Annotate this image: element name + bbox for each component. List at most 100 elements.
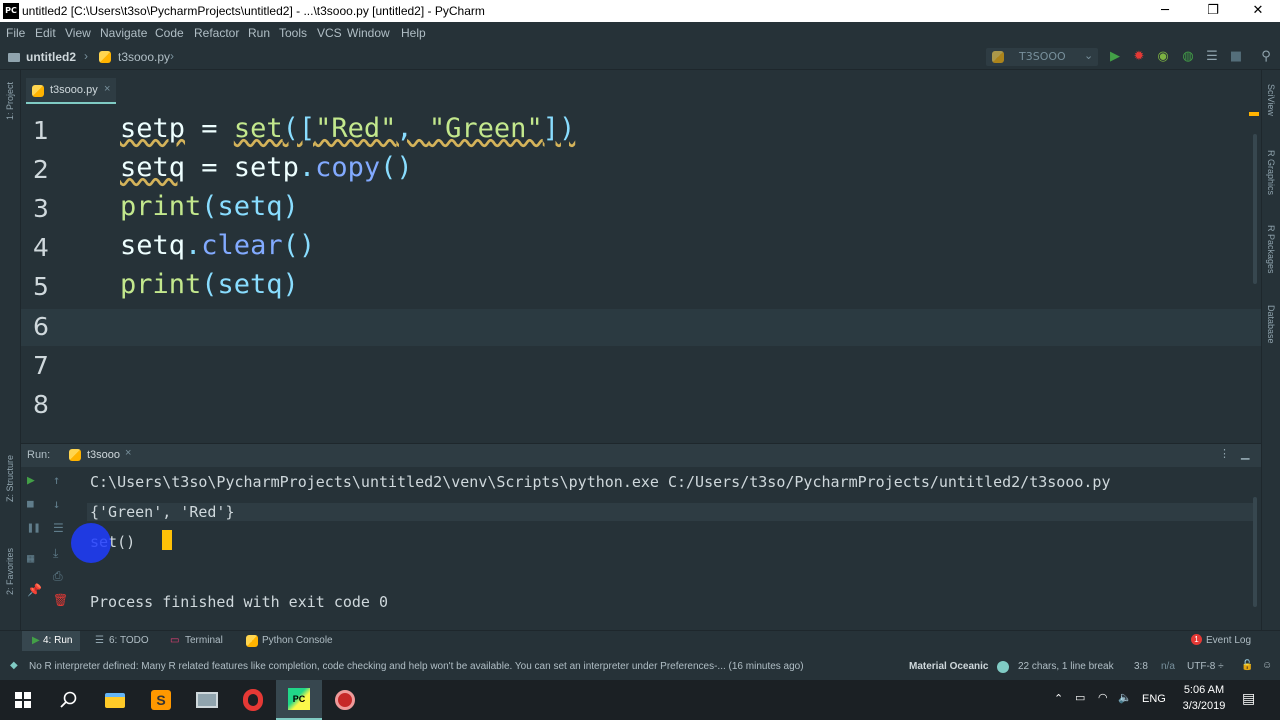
chevron-right-icon: › (170, 49, 174, 63)
restore-button[interactable]: ❐ (1190, 0, 1236, 22)
tab-terminal[interactable]: Terminal (185, 635, 223, 646)
status-message[interactable]: No R interpreter defined: Many R related… (29, 661, 894, 672)
close-run-tab-icon[interactable]: × (125, 447, 131, 459)
code-token: copy (315, 152, 381, 183)
layout-icon[interactable]: ▦ (27, 551, 34, 565)
notifications-icon[interactable]: ▤ (1242, 690, 1255, 707)
rerun-icon[interactable]: ▶ (27, 473, 35, 488)
scroll-down-icon[interactable]: ↓ (53, 497, 60, 511)
selection-info: 22 chars, 1 line break (1018, 661, 1114, 672)
menu-edit[interactable]: Edit (35, 26, 56, 40)
pycharm-logo-icon: PC (3, 3, 19, 19)
inspector-icon[interactable]: ☺ (1262, 660, 1272, 671)
opera-icon[interactable] (230, 680, 276, 720)
menu-view[interactable]: View (65, 26, 91, 40)
python-console-icon (246, 635, 258, 647)
rpackages-tool-button[interactable]: R Packages (1266, 225, 1276, 274)
file-explorer-icon[interactable] (92, 680, 138, 720)
tab-event-log[interactable]: Event Log (1206, 635, 1251, 646)
language-indicator[interactable]: ENG (1142, 693, 1166, 705)
close-button[interactable]: ✕ (1235, 0, 1280, 22)
sublime-icon[interactable]: S (138, 680, 184, 720)
warning-marker[interactable] (1249, 112, 1259, 116)
menu-window[interactable]: Window (347, 26, 390, 40)
clock-time[interactable]: 5:06 AM (1182, 684, 1226, 696)
run-tab-label[interactable]: t3sooo (87, 449, 120, 461)
menu-vcs[interactable]: VCS (317, 26, 342, 40)
profile-icon[interactable]: ◍ (1180, 49, 1196, 65)
run-tool-header: Run: t3sooo × ⋮ ▁ (21, 443, 1261, 467)
tab-python-console[interactable]: Python Console (262, 635, 333, 646)
menu-file[interactable]: File (6, 26, 25, 40)
console-scrollbar[interactable] (1253, 497, 1257, 607)
close-tab-icon[interactable]: × (104, 83, 110, 95)
clear-all-icon[interactable]: 🗑 (53, 593, 68, 607)
lock-icon[interactable]: 🔓 (1241, 660, 1253, 671)
run-icon[interactable]: ▶ (1107, 49, 1123, 65)
editor-scrollbar[interactable] (1253, 134, 1257, 284)
pause-icon[interactable]: ❚❚ (27, 521, 40, 534)
windows-start-icon[interactable] (0, 680, 46, 720)
stop-icon[interactable]: ■ (1228, 49, 1244, 65)
app-window-icon[interactable] (184, 680, 230, 720)
pin-icon[interactable]: 📌 (27, 583, 42, 597)
rgraphics-tool-button[interactable]: R Graphics (1266, 150, 1276, 195)
volume-icon[interactable]: 🔈 (1118, 691, 1132, 704)
line-number: 7 (33, 351, 49, 380)
file-encoding[interactable]: UTF-8 ÷ (1187, 661, 1224, 672)
sciview-tool-button[interactable]: SciView (1266, 84, 1276, 116)
minimize-button[interactable]: ─ (1142, 0, 1188, 22)
project-tool-button[interactable]: 1: Project (5, 82, 15, 120)
hide-panel-icon[interactable]: ▁ (1241, 447, 1249, 460)
search-icon[interactable] (46, 680, 92, 720)
console-line: Process finished with exit code 0 (90, 593, 389, 611)
cursor-position[interactable]: 3:8 (1134, 661, 1148, 672)
breadcrumb-file[interactable]: t3sooo.py (118, 50, 170, 64)
tab-todo[interactable]: 6: TODO (109, 635, 149, 646)
structure-tool-button[interactable]: Z: Structure (5, 455, 15, 502)
stop-run-icon[interactable]: ■ (27, 497, 34, 510)
clock-date[interactable]: 3/3/2019 (1180, 700, 1228, 712)
scroll-up-icon[interactable]: ↑ (53, 473, 60, 487)
battery-icon[interactable]: ▭ (1075, 691, 1085, 704)
menu-code[interactable]: Code (155, 26, 184, 40)
code-token: () (380, 152, 413, 183)
soft-wrap-icon[interactable]: ☰ (53, 521, 64, 535)
run-with-coverage-icon[interactable]: ◉ (1155, 49, 1171, 65)
pycharm-taskbar-icon[interactable]: PC (276, 680, 322, 720)
code-token: (setq) (201, 269, 299, 300)
theme-label[interactable]: Material Oceanic (909, 661, 988, 672)
menu-run[interactable]: Run (248, 26, 270, 40)
recorder-icon[interactable] (322, 680, 368, 720)
right-tool-strip: SciView R Graphics R Packages Database (1261, 70, 1280, 630)
tab-t3sooo[interactable]: t3sooo.py × (26, 78, 116, 104)
line-number: 3 (33, 194, 49, 223)
search-everywhere-icon[interactable]: ⚲ (1258, 49, 1274, 65)
code-editor[interactable]: 1 2 3 4 5 6 7 8 setp = set(["Red", "Gree… (21, 104, 1261, 440)
database-tool-button[interactable]: Database (1266, 305, 1276, 344)
breadcrumb-project[interactable]: untitled2 (26, 50, 76, 64)
run-console[interactable]: ▶ ↑ ■ ↓ ❚❚ ☰ ▦ ⤓ ⎙ 📌 🗑 C:\Users\t3so\Pyc… (21, 467, 1261, 630)
tab-run[interactable]: 4: Run (43, 635, 72, 646)
run-label: Run: (27, 449, 51, 461)
settings-more-icon[interactable]: ⋮ (1219, 447, 1230, 460)
code-line-1: setp = set(["Red", "Green"]) (120, 113, 575, 144)
concurrency-icon[interactable]: ☰ (1204, 49, 1220, 65)
menu-tools[interactable]: Tools (279, 26, 307, 40)
code-token: "Green" (428, 113, 543, 144)
menu-help[interactable]: Help (401, 26, 426, 40)
favorites-tool-button[interactable]: 2: Favorites (5, 548, 15, 595)
click-indicator (71, 523, 111, 563)
run-configuration-select[interactable]: T3SOOO ⌄ (986, 48, 1098, 66)
left-tool-strip: 1: Project Z: Structure 2: Favorites (0, 70, 21, 630)
scroll-to-end-icon[interactable]: ⤓ (53, 546, 58, 561)
line-number: 2 (33, 155, 49, 184)
print-icon[interactable]: ⎙ (53, 569, 63, 584)
tray-chevron-icon[interactable]: ⌃ (1054, 692, 1063, 705)
debug-icon[interactable]: ✹ (1131, 49, 1147, 65)
wifi-icon[interactable]: ◠ (1098, 691, 1108, 704)
line-separator[interactable]: n/a (1161, 661, 1175, 672)
menu-navigate[interactable]: Navigate (100, 26, 147, 40)
code-line-3: print(setq) (120, 191, 299, 222)
menu-refactor[interactable]: Refactor (194, 26, 239, 40)
